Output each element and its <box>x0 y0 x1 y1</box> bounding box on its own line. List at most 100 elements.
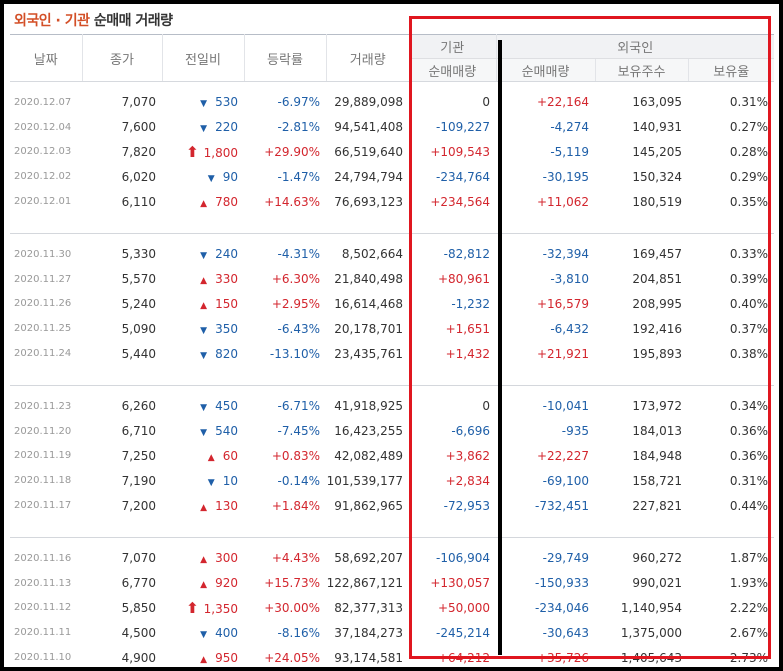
title-foreign-institution: 외국인 · 기관 <box>14 13 90 29</box>
volume-cell: 24,794,794 <box>334 169 403 184</box>
change-cell: ▼ 350 <box>162 316 244 341</box>
change-cell: ▼ 240 <box>162 242 244 267</box>
rate-cell: -4.31% <box>277 247 320 262</box>
up-triangle-icon: ▲ <box>200 276 208 287</box>
institution-net-cell: +1,651 <box>445 321 490 336</box>
foreign-shares-cell: 173,972 <box>632 399 682 414</box>
down-triangle-icon: ▼ <box>200 350 208 361</box>
group-spacer <box>10 82 774 91</box>
institution-net-cell: -245,214 <box>436 625 490 640</box>
close-cell: 5,090 <box>121 321 156 336</box>
change-cell: ▲ 780 <box>162 189 244 214</box>
foreign-shares-cell: 208,995 <box>632 296 682 311</box>
down-triangle-icon: ▼ <box>207 173 215 184</box>
institution-net-cell: -1,232 <box>451 296 490 311</box>
volume-cell: 58,692,207 <box>334 551 403 566</box>
rate-cell: +30.00% <box>264 600 320 615</box>
close-cell: 4,500 <box>121 625 156 640</box>
foreign-shares-cell: 1,140,954 <box>620 600 682 615</box>
rate-cell: -6.97% <box>277 95 320 110</box>
up-triangle-icon: ▲ <box>200 654 208 665</box>
foreign-net-cell: -4,274 <box>550 120 589 135</box>
foreign-ratio-cell: 2.22% <box>729 600 768 615</box>
header-date: 날짜 <box>10 34 83 82</box>
table-row: 2020.11.17 7,200 ▲ 130 +1.84% 91,862,965 -72,9… <box>10 493 774 518</box>
close-cell: 7,250 <box>121 448 156 463</box>
close-cell: 6,020 <box>121 169 156 184</box>
volume-cell: 23,435,761 <box>334 346 403 361</box>
foreign-shares-cell: 227,821 <box>632 498 682 513</box>
foreign-shares-cell: 184,013 <box>632 424 682 439</box>
date-cell: 2020.11.10 <box>14 652 72 664</box>
table-row: 2020.12.01 6,110 ▲ 780 +14.63% 76,693,123 +234… <box>10 189 774 214</box>
institution-net-cell: -106,904 <box>436 551 490 566</box>
up-triangle-icon: ▲ <box>200 555 208 566</box>
foreign-net-cell: -3,810 <box>550 272 589 287</box>
rate-cell: +15.73% <box>264 576 320 591</box>
foreign-net-cell: -732,451 <box>535 498 589 513</box>
down-triangle-icon: ▼ <box>200 124 208 135</box>
rate-cell: +4.43% <box>271 551 320 566</box>
change-value: 60 <box>222 448 238 463</box>
institution-net-cell: +234,564 <box>430 194 490 209</box>
table-row: 2020.12.07 7,070 ▼ 530 -6.97% 29,889,098 0 +22,… <box>10 90 774 115</box>
change-value: 1,350 <box>203 601 238 616</box>
change-cell: ▲ 60 <box>162 444 244 469</box>
volume-cell: 42,082,489 <box>334 448 403 463</box>
down-triangle-icon: ▼ <box>200 251 208 262</box>
change-cell: ▼ 530 <box>162 90 244 115</box>
change-value: 920 <box>215 576 238 591</box>
date-cell: 2020.11.19 <box>14 450 72 462</box>
foreign-shares-cell: 1,375,000 <box>620 625 682 640</box>
close-cell: 7,070 <box>121 551 156 566</box>
header-change: 전일비 <box>162 34 245 82</box>
table-row: 2020.11.12 5,850 ⬆ 1,350 +30.00% 82,377,313 +5… <box>10 596 774 621</box>
up-triangle-icon: ▲ <box>200 198 208 209</box>
foreign-ratio-cell: 0.33% <box>729 247 768 262</box>
rate-cell: +14.63% <box>264 194 320 209</box>
change-cell: ▲ 920 <box>162 571 244 596</box>
institution-net-cell: +3,862 <box>445 448 490 463</box>
screenshot-frame: 외국인 · 기관 순매매 거래량 날짜 종가 전일비 등락률 거래량 기관 외국… <box>4 4 779 667</box>
down-triangle-icon: ▼ <box>200 629 208 640</box>
foreign-ratio-cell: 2.73% <box>729 650 768 665</box>
foreign-shares-cell: 140,931 <box>632 120 682 135</box>
down-triangle-icon: ▼ <box>200 428 208 439</box>
volume-cell: 16,614,468 <box>334 296 403 311</box>
foreign-net-cell: -29,749 <box>542 551 589 566</box>
foreign-ratio-cell: 0.39% <box>729 272 768 287</box>
foreign-ratio-cell: 0.38% <box>729 346 768 361</box>
change-value: 950 <box>215 650 238 665</box>
institution-net-cell: +64,212 <box>437 650 490 665</box>
date-cell: 2020.12.04 <box>14 121 72 133</box>
foreign-net-cell: -6,432 <box>550 321 589 336</box>
institution-net-cell: +130,057 <box>430 576 490 591</box>
change-cell: ▼ 820 <box>162 341 244 366</box>
change-value: 300 <box>215 551 238 566</box>
foreign-shares-cell: 180,519 <box>632 194 682 209</box>
header-foreign-group: 외국인 <box>496 34 774 59</box>
table-row: 2020.11.20 6,710 ▼ 540 -7.45% 16,423,255 -6,69… <box>10 419 774 444</box>
up-triangle-icon: ▲ <box>200 502 208 513</box>
change-cell: ▼ 220 <box>162 115 244 140</box>
header-foreign-shares: 보유주수 <box>595 58 689 82</box>
table-row: 2020.11.27 5,570 ▲ 330 +6.30% 21,840,498 +80,9… <box>10 267 774 292</box>
change-cell: ▼ 10 <box>162 468 244 493</box>
foreign-ratio-cell: 0.29% <box>729 169 768 184</box>
table-row: 2020.11.18 7,190 ▼ 10 -0.14% 101,539,177 +2,83… <box>10 468 774 493</box>
table-row: 2020.11.13 6,770 ▲ 920 +15.73% 122,867,121 +13… <box>10 571 774 596</box>
change-value: 330 <box>215 272 238 287</box>
title-net-volume: 순매매 거래량 <box>93 13 173 29</box>
foreign-ratio-cell: 0.31% <box>729 473 768 488</box>
foreign-net-cell: +22,164 <box>536 95 589 110</box>
date-cell: 2020.11.26 <box>14 298 72 310</box>
table-row: 2020.11.26 5,240 ▲ 150 +2.95% 16,614,468 -1,23… <box>10 292 774 317</box>
institution-net-cell: +109,543 <box>430 144 490 159</box>
header-rate: 등락률 <box>244 34 327 82</box>
rate-cell: -7.45% <box>277 424 320 439</box>
close-cell: 6,110 <box>121 194 156 209</box>
foreign-ratio-cell: 0.44% <box>729 498 768 513</box>
change-value: 450 <box>215 399 238 414</box>
rate-cell: +24.05% <box>264 650 320 665</box>
date-cell: 2020.11.13 <box>14 577 72 589</box>
